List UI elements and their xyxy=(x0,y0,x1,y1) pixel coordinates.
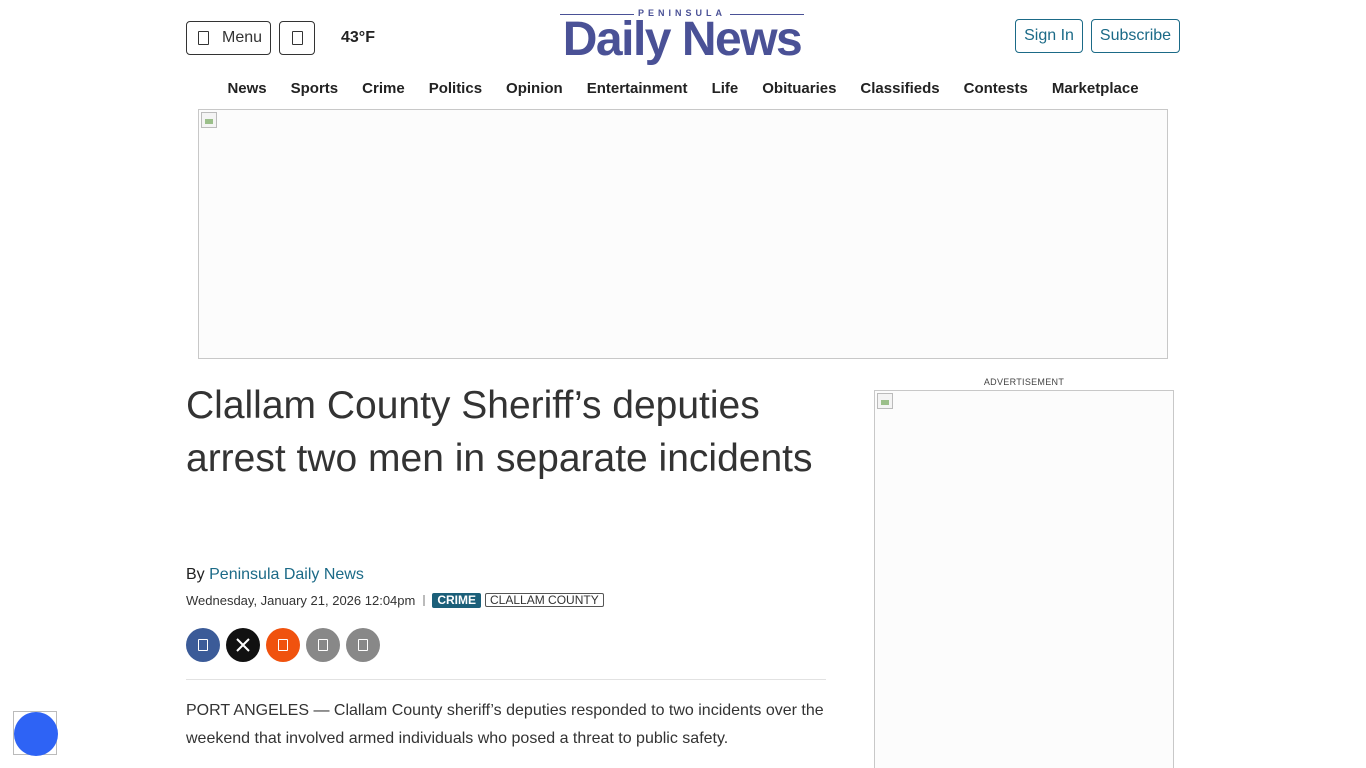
email-share-button[interactable] xyxy=(306,628,340,662)
x-share-button[interactable] xyxy=(226,628,260,662)
top-banner-ad[interactable] xyxy=(198,109,1168,359)
publish-date: Wednesday, January 21, 2026 12:04pm xyxy=(186,592,416,608)
advertisement-label: ADVERTISEMENT xyxy=(983,377,1065,387)
search-button[interactable] xyxy=(279,21,315,55)
author-link[interactable]: Peninsula Daily News xyxy=(209,566,364,583)
nav-item-marketplace[interactable]: Marketplace xyxy=(1040,80,1151,100)
email-icon xyxy=(318,639,328,651)
facebook-share-button[interactable] xyxy=(186,628,220,662)
article-headline: Clallam County Sheriff’s deputies arrest… xyxy=(186,384,813,480)
site-logo[interactable]: PENINSULA Daily News xyxy=(558,8,806,66)
x-icon xyxy=(236,638,250,652)
search-icon xyxy=(291,31,303,45)
byline-prefix: By xyxy=(186,566,205,583)
nav-item-life[interactable]: Life xyxy=(700,80,751,100)
menu-button[interactable]: Menu xyxy=(186,21,271,55)
weather-temperature[interactable]: 43°F xyxy=(341,29,375,47)
nav-item-entertainment[interactable]: Entertainment xyxy=(575,80,700,100)
tag-crime[interactable]: CRIME xyxy=(432,592,482,608)
meta-divider xyxy=(423,594,426,606)
site-header: Menu 43°F PENINSULA Daily News Sign In S… xyxy=(0,0,1366,70)
tag-clallam-county[interactable]: CLALLAM COUNTY xyxy=(485,593,604,607)
subscribe-button[interactable]: Subscribe xyxy=(1091,19,1180,53)
nav-item-opinion[interactable]: Opinion xyxy=(494,80,575,100)
nav-item-contests[interactable]: Contests xyxy=(952,80,1040,100)
sign-in-button[interactable]: Sign In xyxy=(1015,19,1083,53)
print-button[interactable] xyxy=(346,628,380,662)
logo-big-text: Daily News xyxy=(562,13,803,66)
broken-image-icon xyxy=(877,393,893,409)
accessibility-icon xyxy=(14,712,58,756)
byline: By Peninsula Daily News xyxy=(186,566,364,584)
nav-item-news[interactable]: News xyxy=(215,80,278,100)
nav-item-politics[interactable]: Politics xyxy=(417,80,494,100)
menu-icon xyxy=(198,31,209,45)
accessibility-widget-button[interactable] xyxy=(13,711,58,756)
nav-item-sports[interactable]: Sports xyxy=(279,80,351,100)
reddit-icon xyxy=(278,639,288,651)
divider xyxy=(186,679,826,680)
facebook-icon xyxy=(198,639,208,651)
nav-item-crime[interactable]: Crime xyxy=(350,80,417,100)
sidebar-ad[interactable] xyxy=(874,390,1174,768)
menu-label: Menu xyxy=(222,29,263,46)
article-body-paragraph: PORT ANGELES — Clallam County sheriff’s … xyxy=(186,702,824,747)
main-nav: News Sports Crime Politics Opinion Enter… xyxy=(186,80,1180,100)
nav-item-obituaries[interactable]: Obituaries xyxy=(750,80,848,100)
article-meta: Wednesday, January 21, 2026 12:04pm CRIM… xyxy=(186,592,604,608)
print-icon xyxy=(358,639,368,651)
reddit-share-button[interactable] xyxy=(266,628,300,662)
share-bar xyxy=(186,628,380,662)
broken-image-icon xyxy=(201,112,217,128)
nav-item-classifieds[interactable]: Classifieds xyxy=(848,80,951,100)
